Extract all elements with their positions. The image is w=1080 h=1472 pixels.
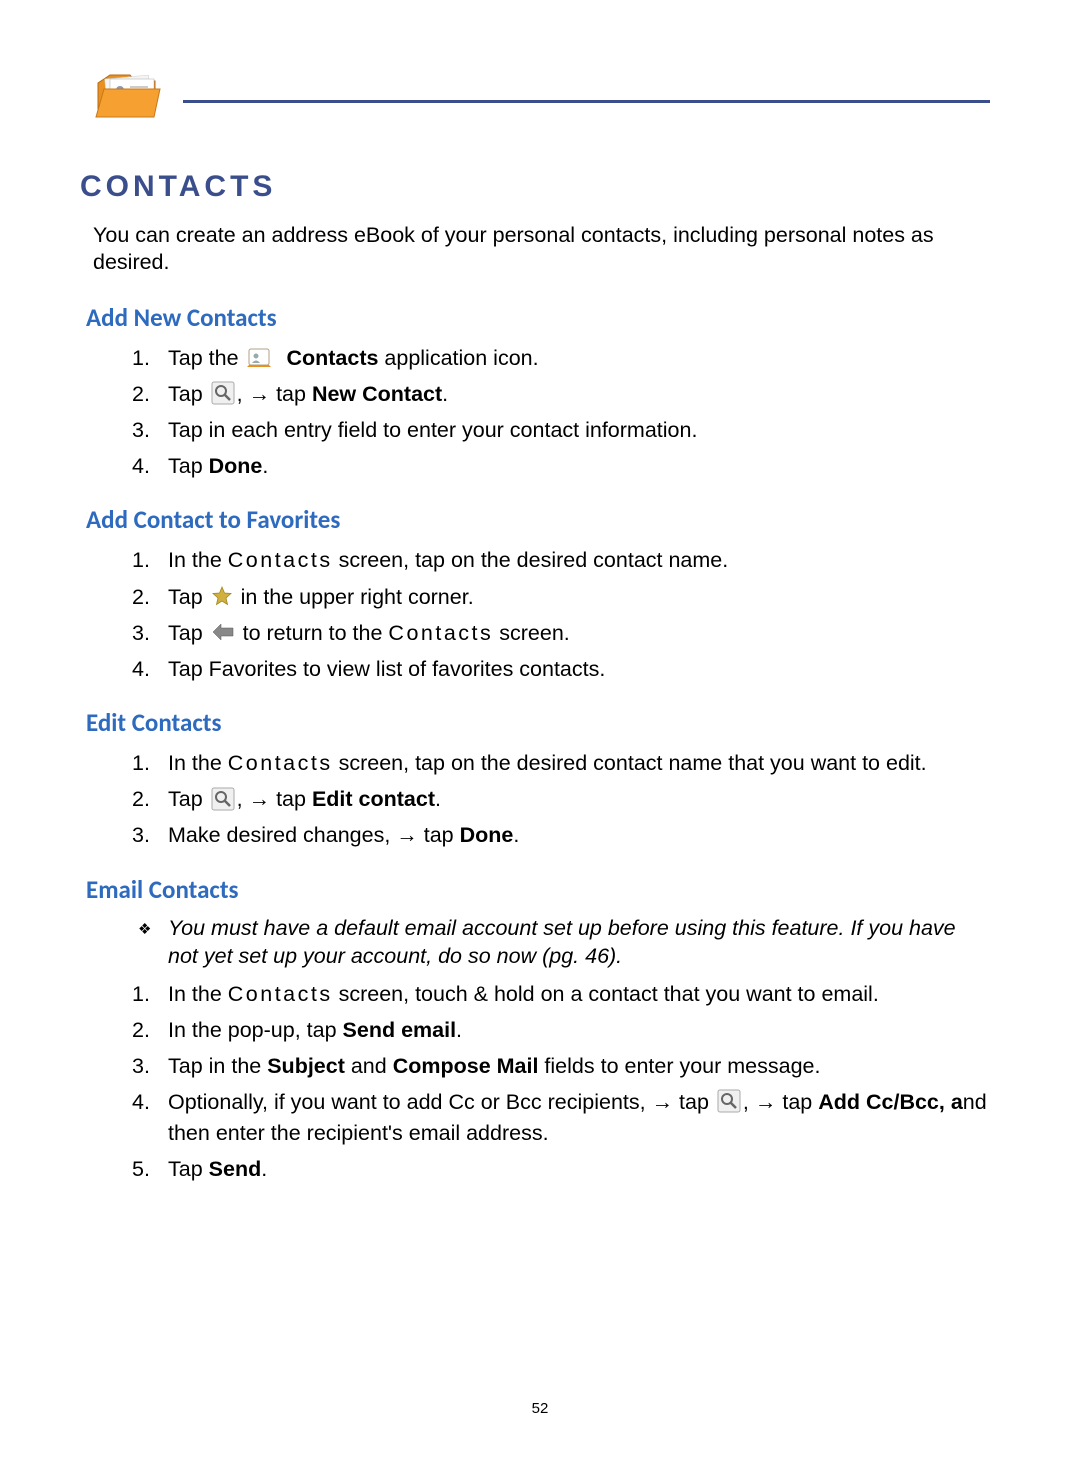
step: In the Contacts screen, tap on the desir…	[168, 748, 990, 779]
subheading-email: Email Contacts	[86, 874, 990, 905]
intro-paragraph: You can create an address eBook of your …	[93, 222, 990, 276]
magnify-icon	[717, 1089, 741, 1113]
step: Make desired changes, → tap Done.	[168, 820, 990, 851]
magnify-icon	[211, 787, 235, 811]
steps-edit: In the Contacts screen, tap on the desir…	[168, 748, 990, 852]
back-arrow-icon	[211, 622, 235, 642]
star-icon	[211, 585, 233, 607]
step: Tap , → tap New Contact.	[168, 379, 990, 410]
step: Tap in the Subject and Compose Mail fiel…	[168, 1051, 990, 1082]
page-number: 52	[532, 1400, 549, 1417]
step: Tap the Contacts application icon.	[168, 343, 990, 374]
steps-email: In the Contacts screen, touch & hold on …	[168, 979, 990, 1186]
steps-add-new: Tap the Contacts application icon. Tap ,…	[168, 343, 990, 483]
header	[90, 55, 990, 130]
step: In the pop-up, tap Send email.	[168, 1015, 990, 1046]
step: In the Contacts screen, tap on the desir…	[168, 545, 990, 576]
step: Tap Done.	[168, 451, 990, 482]
step: Tap Favorites to view list of favorites …	[168, 654, 990, 685]
contacts-folder-icon	[90, 55, 165, 130]
step: Optionally, if you want to add Cc or Bcc…	[168, 1087, 990, 1149]
header-divider	[183, 100, 990, 103]
section-title: CONTACTS	[80, 170, 990, 204]
step: Tap in each entry field to enter your co…	[168, 415, 990, 446]
subheading-edit: Edit Contacts	[86, 707, 990, 738]
email-note: You must have a default email account se…	[168, 915, 990, 971]
step: Tap Send.	[168, 1154, 990, 1185]
contacts-app-icon	[247, 345, 273, 369]
step: Tap to return to the Contacts screen.	[168, 618, 990, 649]
subheading-add-new: Add New Contacts	[86, 302, 990, 333]
steps-favorites: In the Contacts screen, tap on the desir…	[168, 545, 990, 685]
magnify-icon	[211, 381, 235, 405]
subheading-favorites: Add Contact to Favorites	[86, 504, 990, 535]
step: Tap , → tap Edit contact.	[168, 784, 990, 815]
step: Tap in the upper right corner.	[168, 582, 990, 613]
step: In the Contacts screen, touch & hold on …	[168, 979, 990, 1010]
